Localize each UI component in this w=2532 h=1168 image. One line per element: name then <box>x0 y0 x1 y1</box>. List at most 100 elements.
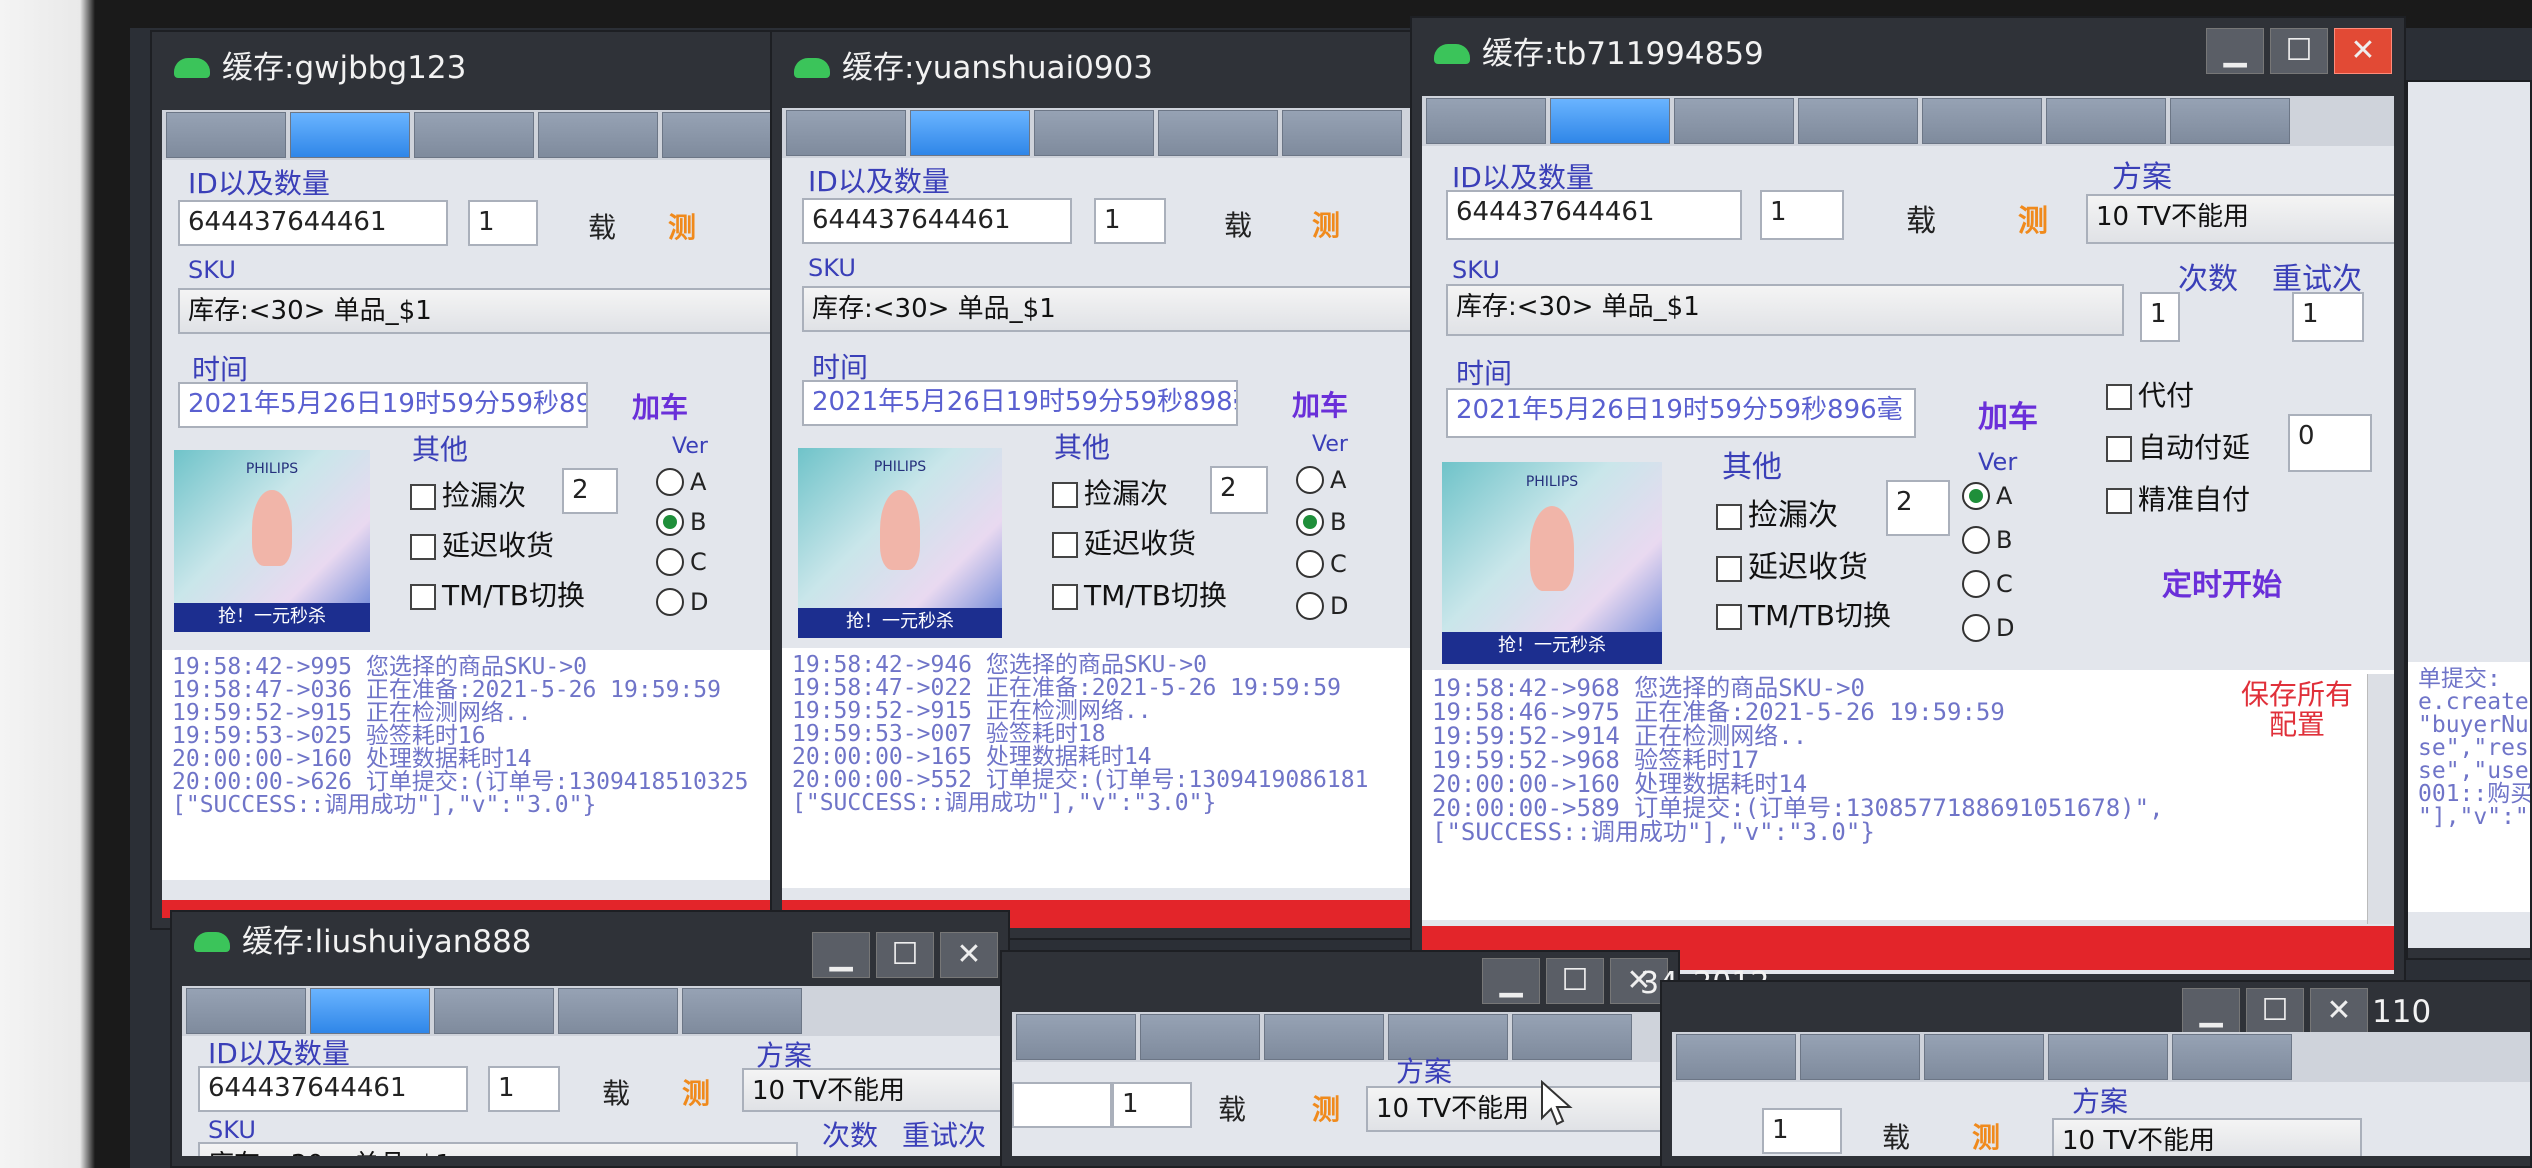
tab[interactable] <box>1676 1034 1796 1080</box>
load-button[interactable]: 载 <box>1218 1088 1246 1128</box>
radio-d[interactable]: D <box>656 588 708 616</box>
checkbox-box[interactable] <box>1716 556 1742 582</box>
minimize-button[interactable]: ▁ <box>812 932 870 978</box>
add-cart-button[interactable]: 加车 <box>1292 384 1348 424</box>
radio-dot[interactable] <box>1296 466 1324 494</box>
precise-checkbox[interactable]: 精准自付 <box>2106 478 2250 518</box>
qty-input[interactable]: 1 <box>488 1066 560 1112</box>
radio-c[interactable]: C <box>1296 550 1347 578</box>
minimize-button[interactable]: ▁ <box>2206 28 2264 74</box>
radio-c[interactable]: C <box>1962 570 2013 598</box>
radio-a[interactable]: A <box>1962 482 2012 510</box>
tab[interactable] <box>538 112 658 158</box>
sku-select[interactable]: 库存:<30> 单品_$1 <box>802 286 1438 332</box>
delay-checkbox[interactable]: 延迟收货 <box>1716 542 1868 586</box>
tab[interactable] <box>1922 98 2042 144</box>
window-liushuiyan888[interactable]: 缓存:liushuiyan888 ▁ ☐ ✕ ID以及数量 6444376444… <box>170 910 1010 1168</box>
tab[interactable] <box>1674 98 1794 144</box>
retry-input[interactable]: 1 <box>2292 292 2364 342</box>
checkbox-box[interactable] <box>1716 504 1742 530</box>
item-id-input[interactable]: 644437644461 <box>802 198 1072 244</box>
qty-input[interactable]: 1 <box>1112 1082 1192 1128</box>
pay-checkbox[interactable]: 代付 <box>2106 374 2194 414</box>
tab[interactable] <box>1016 1014 1136 1060</box>
times-input[interactable]: 1 <box>2140 292 2180 342</box>
sku-select[interactable]: 库存:<30> 单品_$1 <box>178 288 778 334</box>
test-button[interactable]: 测 <box>682 1072 710 1112</box>
window-110[interactable]: 110 ▁ ☐ ✕ 1 载 测 方案 10 TV不能用 <box>1660 980 2532 1168</box>
time-input[interactable]: 2021年5月26日19时59分59秒896毫 <box>1446 388 1916 438</box>
qty-input[interactable]: 1 <box>1094 198 1166 244</box>
window-yuanshuai0903[interactable]: 缓存:yuanshuai0903 ID以及数量 644437644461 1 载… <box>770 30 1450 940</box>
item-id-input[interactable]: 644437644461 <box>1446 190 1742 240</box>
window-tb711994859[interactable]: 缓存:tb711994859 ▁ ☐ ✕ ID以及数量 644437644461… <box>1410 16 2406 986</box>
pick-checkbox[interactable]: 捡漏次 <box>1716 490 1838 534</box>
minimize-button[interactable]: ▁ <box>2182 988 2240 1034</box>
checkbox-box[interactable] <box>410 584 436 610</box>
tab[interactable] <box>662 112 778 158</box>
checkbox-box[interactable] <box>2106 384 2132 410</box>
close-button[interactable]: ✕ <box>2310 988 2368 1034</box>
tab[interactable] <box>2170 98 2290 144</box>
time-input[interactable]: 2021年5月26日19时59分59秒898毫 <box>802 380 1238 426</box>
checkbox-box[interactable] <box>2106 488 2132 514</box>
pick-count-input[interactable]: 2 <box>1210 466 1268 514</box>
radio-dot[interactable] <box>656 588 684 616</box>
radio-dot[interactable] <box>1296 592 1324 620</box>
tab[interactable] <box>414 112 534 158</box>
tab[interactable] <box>1924 1034 2044 1080</box>
test-button[interactable]: 测 <box>1972 1116 2000 1156</box>
checkbox-box[interactable] <box>1052 584 1078 610</box>
radio-dot[interactable] <box>1962 526 1990 554</box>
load-button[interactable]: 载 <box>1224 204 1252 244</box>
load-button[interactable]: 载 <box>588 206 616 246</box>
tab[interactable] <box>186 988 306 1034</box>
test-button[interactable]: 测 <box>1312 204 1340 244</box>
test-button[interactable]: 测 <box>668 206 696 246</box>
checkbox-box[interactable] <box>1716 604 1742 630</box>
pick-count-input[interactable]: 2 <box>562 468 618 514</box>
switch-checkbox[interactable]: TM/TB切换 <box>410 574 585 614</box>
tab[interactable] <box>1800 1034 1920 1080</box>
maximize-button[interactable]: ☐ <box>1546 958 1604 1004</box>
pick-count-input[interactable]: 2 <box>1886 480 1950 536</box>
tab[interactable] <box>1158 110 1278 156</box>
tab-active[interactable] <box>910 110 1030 156</box>
sku-select[interactable]: 库存:<30> 单品_$1 <box>198 1142 798 1156</box>
delay-checkbox[interactable]: 延迟收货 <box>410 524 554 564</box>
pick-checkbox[interactable]: 捡漏次 <box>410 474 526 514</box>
plan-select[interactable]: 10 TV不能用 <box>2086 194 2394 244</box>
autopay-delay-input[interactable]: 0 <box>2288 414 2372 472</box>
radio-dot-selected[interactable] <box>1296 508 1324 536</box>
autopay-checkbox[interactable]: 自动付延 <box>2106 426 2250 466</box>
item-id-input[interactable]: 644437644461 <box>198 1066 468 1112</box>
save-all-config-button[interactable]: 保存所有配置 <box>2232 680 2362 740</box>
checkbox-box[interactable] <box>410 484 436 510</box>
time-input[interactable]: 2021年5月26日19时59分59秒897毫 <box>178 382 588 428</box>
maximize-button[interactable]: ☐ <box>876 932 934 978</box>
sku-select[interactable]: 库存:<30> 单品_$1 <box>1446 284 2124 336</box>
checkbox-box[interactable] <box>410 534 436 560</box>
radio-dot-selected[interactable] <box>1962 482 1990 510</box>
tab-active[interactable] <box>1550 98 1670 144</box>
radio-dot[interactable] <box>656 548 684 576</box>
log-scrollbar[interactable] <box>2367 674 2394 924</box>
tab[interactable] <box>786 110 906 156</box>
tab[interactable] <box>2046 98 2166 144</box>
tab[interactable] <box>558 988 678 1034</box>
tab[interactable] <box>434 988 554 1034</box>
radio-dot-selected[interactable] <box>656 508 684 536</box>
pick-checkbox[interactable]: 捡漏次 <box>1052 472 1168 512</box>
checkbox-box[interactable] <box>1052 532 1078 558</box>
radio-d[interactable]: D <box>1962 614 2014 642</box>
qty-input[interactable]: 1 <box>1762 1108 1842 1154</box>
load-button[interactable]: 载 <box>602 1072 630 1112</box>
tab[interactable] <box>166 112 286 158</box>
tab[interactable] <box>1798 98 1918 144</box>
close-button[interactable]: ✕ <box>2334 28 2392 74</box>
radio-dot[interactable] <box>1962 614 1990 642</box>
window-partial-right[interactable]: 单提交:e.create"buyerNumse","resuse","useSi… <box>2406 80 2532 960</box>
tab[interactable] <box>1140 1014 1260 1060</box>
maximize-button[interactable]: ☐ <box>2246 988 2304 1034</box>
qty-input[interactable]: 1 <box>1760 190 1844 240</box>
